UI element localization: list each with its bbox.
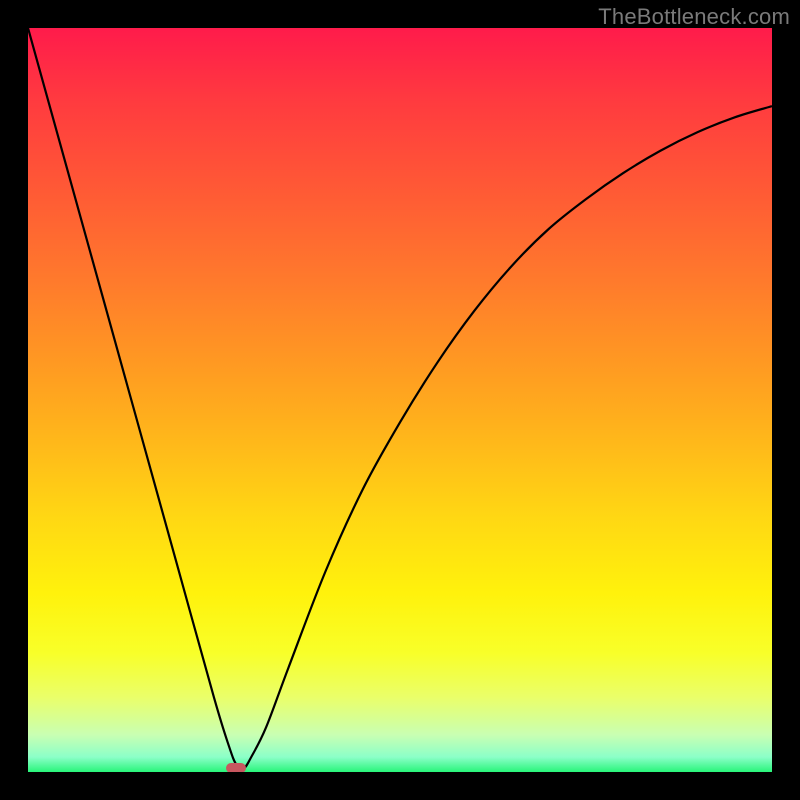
chart-frame: TheBottleneck.com — [0, 0, 800, 800]
curve-path — [28, 28, 772, 769]
watermark: TheBottleneck.com — [598, 4, 790, 30]
minimum-marker — [226, 763, 246, 772]
plot-area — [28, 28, 772, 772]
bottleneck-curve — [28, 28, 772, 772]
